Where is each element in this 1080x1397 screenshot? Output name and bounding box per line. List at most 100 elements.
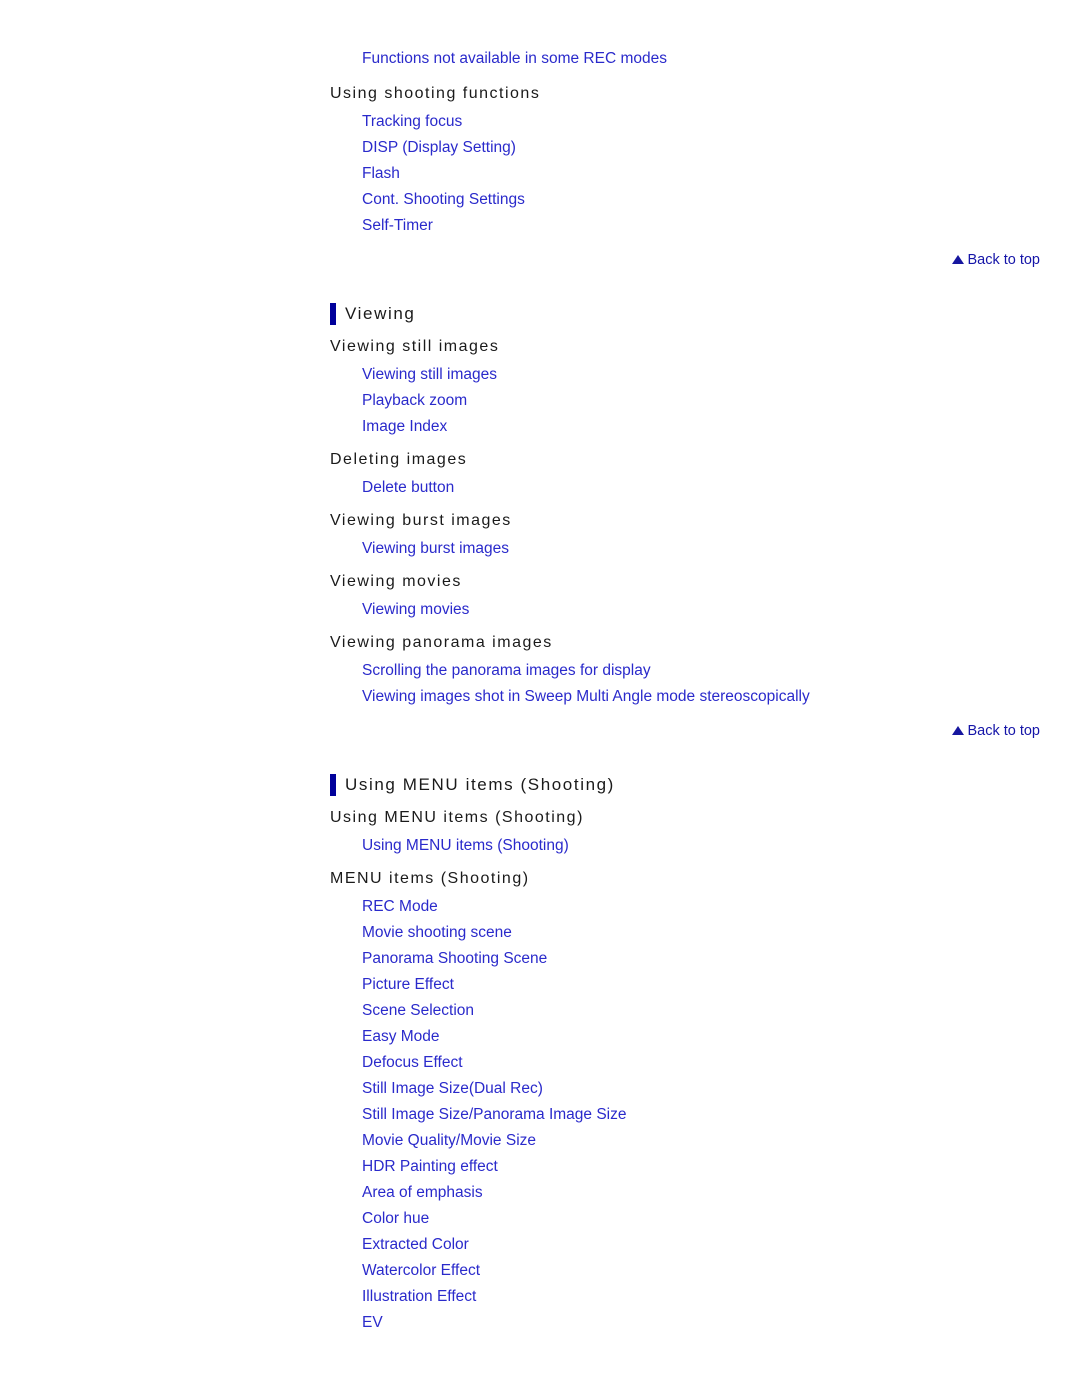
list-item: Area of emphasis <box>362 1180 1060 1206</box>
list-item: HDR Painting effect <box>362 1154 1060 1180</box>
toc-link-scene-selection[interactable]: Scene Selection <box>362 998 474 1024</box>
toc-link-viewing-still-images[interactable]: Viewing still images <box>362 362 497 388</box>
list-item: DISP (Display Setting) <box>362 135 1060 161</box>
list-item: Functions not available in some REC mode… <box>362 46 1060 72</box>
back-to-top-link-1[interactable]: Back to top <box>952 247 1040 273</box>
back-to-top-row-1: Back to top <box>330 247 1060 273</box>
toc-link-scrolling-the-panorama-images-for-display[interactable]: Scrolling the panorama images for displa… <box>362 658 651 684</box>
toc-link-watercolor-effect[interactable]: Watercolor Effect <box>362 1258 480 1284</box>
list-item: Viewing burst images <box>362 536 1060 562</box>
list-item: Watercolor Effect <box>362 1258 1060 1284</box>
toc-link-extracted-color[interactable]: Extracted Color <box>362 1232 469 1258</box>
group-viewing-still-images: Viewing still images Viewing still image… <box>330 335 1060 440</box>
toc-link-movie-shooting-scene[interactable]: Movie shooting scene <box>362 920 512 946</box>
list-item: Viewing movies <box>362 597 1060 623</box>
toc-link-playback-zoom[interactable]: Playback zoom <box>362 388 467 414</box>
link-list-viewing-panorama-images: Scrolling the panorama images for displa… <box>330 658 1060 710</box>
list-item: Movie shooting scene <box>362 920 1060 946</box>
list-item: Still Image Size/Panorama Image Size <box>362 1102 1060 1128</box>
list-item: Scene Selection <box>362 998 1060 1024</box>
section-heading-using-menu-items-shooting: Using MENU items (Shooting) <box>330 774 1060 796</box>
sub-heading-viewing-panorama-images: Viewing panorama images <box>330 634 553 651</box>
sub-heading-menu-items-shooting: MENU items (Shooting) <box>330 870 530 887</box>
back-to-top-label: Back to top <box>967 252 1040 268</box>
list-item: Flash <box>362 161 1060 187</box>
link-list-using-menu-items-shooting: Using MENU items (Shooting) <box>330 833 1060 859</box>
sub-heading-using-menu-items-shooting: Using MENU items (Shooting) <box>330 809 584 826</box>
group-viewing-burst-images: Viewing burst images Viewing burst image… <box>330 509 1060 562</box>
list-item: Easy Mode <box>362 1024 1060 1050</box>
toc-link-flash[interactable]: Flash <box>362 161 400 187</box>
sub-heading-using-shooting-functions: Using shooting functions <box>330 85 541 102</box>
toc-link-defocus-effect[interactable]: Defocus Effect <box>362 1050 463 1076</box>
toc-link-panorama-shooting-scene[interactable]: Panorama Shooting Scene <box>362 946 547 972</box>
toc-link-picture-effect[interactable]: Picture Effect <box>362 972 454 998</box>
toc-link-viewing-burst-images[interactable]: Viewing burst images <box>362 536 509 562</box>
group-deleting-images: Deleting images Delete button <box>330 448 1060 501</box>
toc-link-using-menu-items-shooting[interactable]: Using MENU items (Shooting) <box>362 833 569 859</box>
group-using-menu-items-shooting: Using MENU items (Shooting) Using MENU i… <box>330 806 1060 859</box>
link-list-viewing-still-images: Viewing still images Playback zoom Image… <box>330 362 1060 440</box>
back-to-top-link-2[interactable]: Back to top <box>952 718 1040 744</box>
toc-link-hdr-painting-effect[interactable]: HDR Painting effect <box>362 1154 498 1180</box>
toc-link-delete-button[interactable]: Delete button <box>362 475 454 501</box>
list-item: Extracted Color <box>362 1232 1060 1258</box>
list-item: Illustration Effect <box>362 1284 1060 1310</box>
toc-link-viewing-images-sweep-multi-angle[interactable]: Viewing images shot in Sweep Multi Angle… <box>362 684 810 710</box>
list-item: Viewing images shot in Sweep Multi Angle… <box>362 684 1060 710</box>
section-title-using-menu-items-shooting: Using MENU items (Shooting) <box>345 775 615 794</box>
link-list-menu-items-shooting: REC Mode Movie shooting scene Panorama S… <box>330 894 1060 1336</box>
list-item: Using MENU items (Shooting) <box>362 833 1060 859</box>
toc-link-ev[interactable]: EV <box>362 1310 383 1336</box>
toc-link-rec-mode[interactable]: REC Mode <box>362 894 438 920</box>
toc-content-column: Functions not available in some REC mode… <box>330 0 1060 1336</box>
link-list-viewing-burst-images: Viewing burst images <box>330 536 1060 562</box>
section-using-menu-items-shooting: Using MENU items (Shooting) Using MENU i… <box>330 774 1060 1336</box>
sub-heading-viewing-burst-images: Viewing burst images <box>330 512 512 529</box>
list-item: Image Index <box>362 414 1060 440</box>
triangle-up-icon <box>952 726 965 735</box>
list-item: Movie Quality/Movie Size <box>362 1128 1060 1154</box>
toc-link-color-hue[interactable]: Color hue <box>362 1206 429 1232</box>
group-viewing-movies: Viewing movies Viewing movies <box>330 570 1060 623</box>
list-item: Scrolling the panorama images for displa… <box>362 658 1060 684</box>
sub-heading-viewing-movies: Viewing movies <box>330 573 462 590</box>
section-accent-bar-icon <box>330 774 336 796</box>
toc-link-area-of-emphasis[interactable]: Area of emphasis <box>362 1180 483 1206</box>
list-item: Picture Effect <box>362 972 1060 998</box>
list-item: Still Image Size(Dual Rec) <box>362 1076 1060 1102</box>
top-orphan-group: Functions not available in some REC mode… <box>330 0 1060 72</box>
list-item: Panorama Shooting Scene <box>362 946 1060 972</box>
section-heading-viewing: Viewing <box>330 303 1060 325</box>
list-item: REC Mode <box>362 894 1060 920</box>
section-viewing: Viewing Viewing still images Viewing sti… <box>330 303 1060 744</box>
toc-page: Functions not available in some REC mode… <box>0 0 1080 1397</box>
group-menu-items-shooting: MENU items (Shooting) REC Mode Movie sho… <box>330 867 1060 1336</box>
list-item: Self-Timer <box>362 213 1060 239</box>
toc-link-movie-quality-movie-size[interactable]: Movie Quality/Movie Size <box>362 1128 536 1154</box>
list-item: Cont. Shooting Settings <box>362 187 1060 213</box>
toc-link-viewing-movies[interactable]: Viewing movies <box>362 597 469 623</box>
triangle-up-icon <box>952 255 965 264</box>
link-list-viewing-movies: Viewing movies <box>330 597 1060 623</box>
toc-link-disp-display-setting[interactable]: DISP (Display Setting) <box>362 135 516 161</box>
toc-link-self-timer[interactable]: Self-Timer <box>362 213 433 239</box>
top-orphan-link-list: Functions not available in some REC mode… <box>330 46 1060 72</box>
list-item: Color hue <box>362 1206 1060 1232</box>
toc-link-easy-mode[interactable]: Easy Mode <box>362 1024 440 1050</box>
group-using-shooting-functions: Using shooting functions Tracking focus … <box>330 82 1060 239</box>
toc-link-still-image-size-panorama-image-size[interactable]: Still Image Size/Panorama Image Size <box>362 1102 626 1128</box>
toc-link-image-index[interactable]: Image Index <box>362 414 447 440</box>
list-item: Viewing still images <box>362 362 1060 388</box>
section-title-viewing: Viewing <box>345 304 416 323</box>
back-to-top-row-2: Back to top <box>330 718 1060 744</box>
toc-link-cont-shooting-settings[interactable]: Cont. Shooting Settings <box>362 187 525 213</box>
toc-link-tracking-focus[interactable]: Tracking focus <box>362 109 462 135</box>
toc-link-functions-not-available[interactable]: Functions not available in some REC mode… <box>362 46 667 72</box>
toc-link-illustration-effect[interactable]: Illustration Effect <box>362 1284 476 1310</box>
toc-link-still-image-size-dual-rec[interactable]: Still Image Size(Dual Rec) <box>362 1076 543 1102</box>
